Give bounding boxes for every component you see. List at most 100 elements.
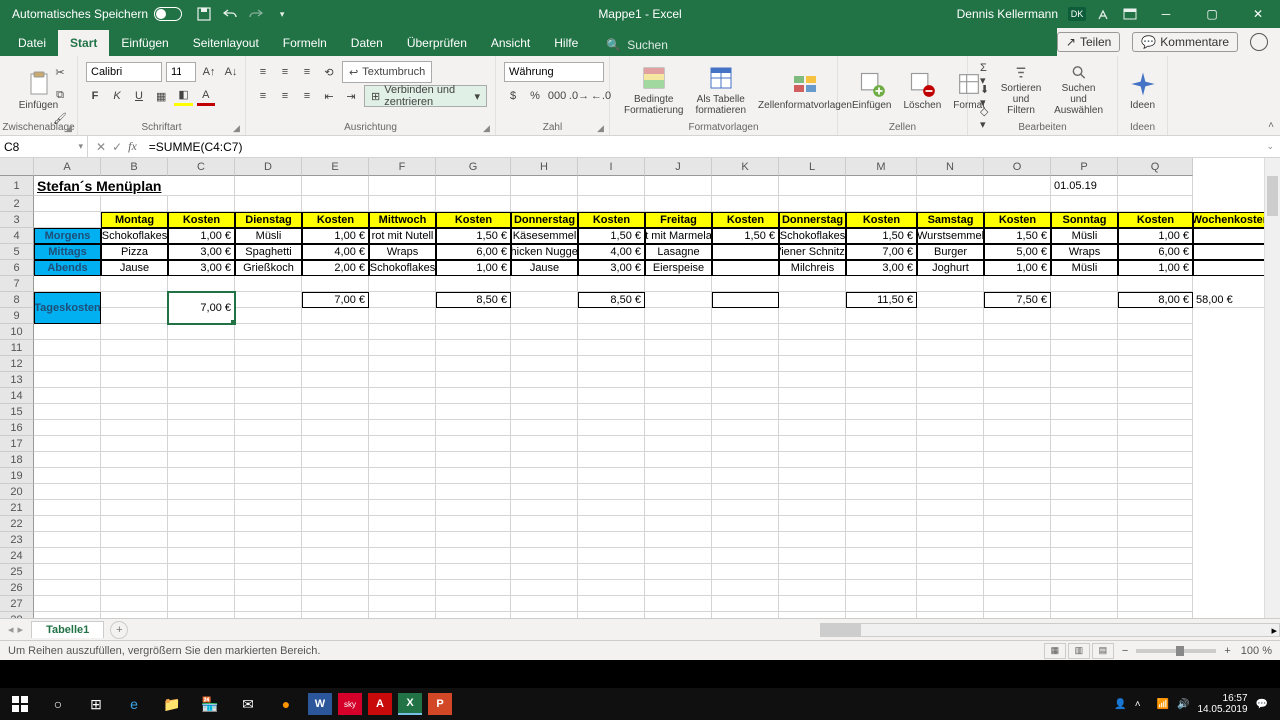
delete-cells-button[interactable]: Löschen bbox=[897, 60, 947, 120]
cell[interactable] bbox=[645, 452, 712, 468]
cell[interactable]: Wraps bbox=[369, 244, 436, 260]
cell[interactable] bbox=[779, 308, 846, 324]
cell[interactable] bbox=[34, 436, 101, 452]
column-header[interactable]: C bbox=[168, 158, 235, 176]
undo-icon[interactable] bbox=[222, 6, 238, 22]
cell[interactable]: 3,00 € bbox=[846, 260, 917, 276]
align-center-icon[interactable]: ≡ bbox=[276, 86, 294, 106]
cell[interactable] bbox=[779, 356, 846, 372]
cell[interactable] bbox=[1051, 308, 1118, 324]
cell[interactable] bbox=[578, 388, 645, 404]
cell[interactable] bbox=[645, 532, 712, 548]
cell[interactable]: Burger bbox=[917, 244, 984, 260]
cell[interactable] bbox=[101, 276, 168, 292]
tab-start[interactable]: Start bbox=[58, 30, 109, 56]
cell[interactable]: Joghurt bbox=[917, 260, 984, 276]
cell[interactable] bbox=[101, 612, 168, 618]
align-left-icon[interactable]: ≡ bbox=[254, 86, 272, 106]
cell[interactable]: 1,00 € bbox=[984, 260, 1051, 276]
cell[interactable] bbox=[846, 308, 917, 324]
row-header[interactable]: 4 bbox=[0, 228, 34, 244]
cell[interactable]: Müsli bbox=[235, 228, 302, 244]
cell[interactable] bbox=[917, 548, 984, 564]
cell[interactable] bbox=[369, 308, 436, 324]
cell[interactable] bbox=[511, 500, 578, 516]
row-header[interactable]: 16 bbox=[0, 420, 34, 436]
cell[interactable] bbox=[34, 404, 101, 420]
cell[interactable] bbox=[917, 388, 984, 404]
cell[interactable] bbox=[984, 308, 1051, 324]
sky-icon[interactable]: sky bbox=[338, 693, 362, 715]
column-header[interactable]: B bbox=[101, 158, 168, 176]
cell[interactable]: Kosten bbox=[712, 212, 779, 228]
cell[interactable]: 1,00 € bbox=[436, 260, 511, 276]
row-header[interactable]: 5 bbox=[0, 244, 34, 260]
cell[interactable] bbox=[1051, 276, 1118, 292]
row-header[interactable]: 24 bbox=[0, 548, 34, 564]
cell[interactable] bbox=[302, 500, 369, 516]
cell[interactable] bbox=[1051, 580, 1118, 596]
cell[interactable] bbox=[779, 452, 846, 468]
normal-view-icon[interactable]: ▦ bbox=[1044, 643, 1066, 659]
cell[interactable] bbox=[436, 340, 511, 356]
cell[interactable]: Pizza bbox=[101, 244, 168, 260]
dialog-launcher-icon[interactable]: ◢ bbox=[65, 123, 75, 133]
cell[interactable] bbox=[984, 580, 1051, 596]
page-layout-view-icon[interactable]: ▥ bbox=[1068, 643, 1090, 659]
save-icon[interactable] bbox=[196, 6, 212, 22]
zoom-out-icon[interactable]: − bbox=[1122, 645, 1128, 657]
cell[interactable] bbox=[369, 324, 436, 340]
network-icon[interactable]: 📶 bbox=[1157, 699, 1169, 710]
cell[interactable] bbox=[511, 176, 578, 196]
cell[interactable] bbox=[436, 176, 511, 196]
row-header[interactable]: 26 bbox=[0, 580, 34, 596]
cell[interactable] bbox=[712, 484, 779, 500]
cell[interactable] bbox=[235, 484, 302, 500]
cell[interactable] bbox=[34, 420, 101, 436]
cell[interactable] bbox=[101, 580, 168, 596]
cell[interactable] bbox=[168, 436, 235, 452]
cell[interactable] bbox=[1118, 372, 1193, 388]
cell[interactable] bbox=[302, 484, 369, 500]
cell[interactable] bbox=[645, 468, 712, 484]
qat-dropdown-icon[interactable]: ▾ bbox=[274, 6, 290, 22]
cell[interactable] bbox=[369, 196, 436, 212]
cell[interactable] bbox=[1193, 244, 1268, 260]
row-header[interactable]: 21 bbox=[0, 500, 34, 516]
cell[interactable]: Viener Schnitze bbox=[779, 244, 846, 260]
cell[interactable] bbox=[712, 308, 779, 324]
row-header[interactable]: 2 bbox=[0, 196, 34, 212]
cell[interactable] bbox=[779, 196, 846, 212]
number-format-select[interactable] bbox=[504, 62, 604, 82]
cell[interactable] bbox=[917, 340, 984, 356]
autosum-icon[interactable]: Σ ▾ bbox=[976, 64, 994, 84]
cell[interactable] bbox=[1118, 356, 1193, 372]
cell[interactable] bbox=[235, 176, 302, 196]
cell[interactable] bbox=[302, 372, 369, 388]
cell[interactable] bbox=[846, 436, 917, 452]
comments-button[interactable]: 💬Kommentare bbox=[1132, 32, 1238, 52]
cell[interactable] bbox=[917, 468, 984, 484]
cell[interactable] bbox=[34, 356, 101, 372]
select-all-corner[interactable] bbox=[0, 158, 34, 176]
notifications-icon[interactable]: 💬 bbox=[1256, 699, 1268, 710]
cell[interactable] bbox=[645, 516, 712, 532]
cell[interactable] bbox=[369, 532, 436, 548]
excel-icon[interactable]: X bbox=[398, 693, 422, 715]
cell[interactable]: 3,00 € bbox=[578, 260, 645, 276]
cell[interactable] bbox=[917, 580, 984, 596]
zoom-slider[interactable] bbox=[1136, 649, 1216, 653]
cell[interactable] bbox=[436, 612, 511, 618]
cell[interactable] bbox=[779, 596, 846, 612]
cell[interactable] bbox=[984, 484, 1051, 500]
cell[interactable] bbox=[1051, 564, 1118, 580]
cell[interactable] bbox=[235, 372, 302, 388]
task-view-icon[interactable]: ⊞ bbox=[80, 690, 112, 718]
cell[interactable]: Montag bbox=[101, 212, 168, 228]
cell[interactable] bbox=[578, 500, 645, 516]
cell[interactable] bbox=[1118, 340, 1193, 356]
tell-me-search[interactable]: 🔍 Suchen bbox=[598, 34, 676, 56]
cell[interactable] bbox=[984, 196, 1051, 212]
border-button[interactable]: ▦ bbox=[152, 86, 170, 106]
cell[interactable]: Käsesemmel bbox=[511, 228, 578, 244]
